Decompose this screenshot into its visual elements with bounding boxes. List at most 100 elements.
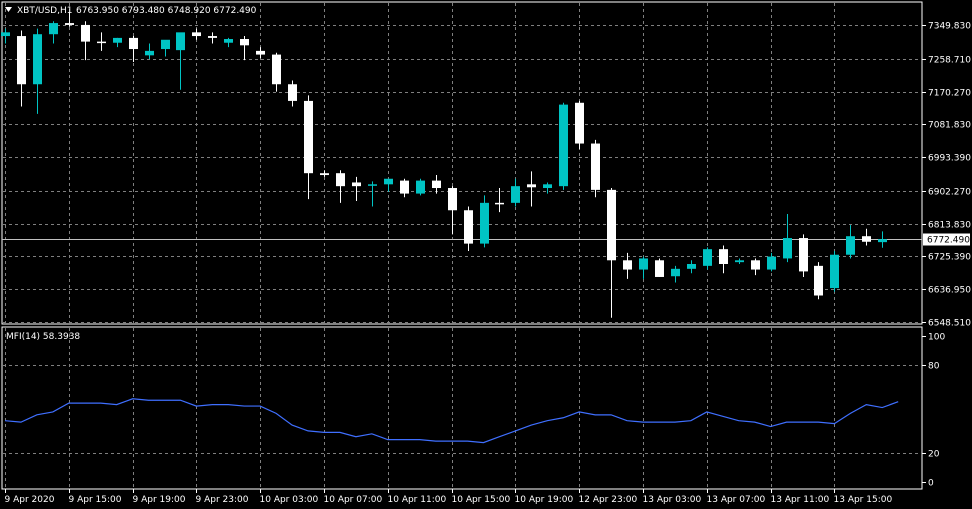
- candle: [384, 178, 393, 192]
- candle-body: [639, 258, 648, 270]
- candle-body: [1, 32, 10, 37]
- candle-body: [33, 34, 42, 85]
- mfi-tick-label: 80: [928, 362, 940, 372]
- candle-body: [304, 100, 313, 174]
- time-tick-label: 10 Apr 11:00: [388, 495, 447, 505]
- candle: [97, 32, 106, 51]
- candle-body: [671, 268, 680, 277]
- candle: [480, 195, 489, 248]
- candle: [352, 176, 361, 201]
- candle-body: [830, 254, 839, 289]
- candle: [719, 245, 728, 274]
- candle-body: [751, 260, 760, 270]
- time-tick-label: 10 Apr 19:00: [515, 495, 574, 505]
- candle-body: [224, 39, 233, 43]
- price-tick-label: 7258.710: [928, 56, 971, 66]
- candle: [129, 36, 138, 63]
- time-tick-label: 9 Apr 19:00: [133, 495, 186, 505]
- candle-body: [719, 249, 728, 264]
- candle: [272, 52, 281, 92]
- price-tick-label: 6813.830: [928, 221, 971, 231]
- candle-body: [65, 23, 74, 25]
- candle: [176, 32, 185, 90]
- candle-body: [480, 202, 489, 244]
- candle-body: [607, 189, 616, 261]
- candle: [846, 225, 855, 259]
- candle: [224, 37, 233, 48]
- candle-body: [767, 256, 776, 270]
- candle-body: [49, 23, 58, 35]
- time-axis: 9 Apr 2020 9 Apr 15:00 9 Apr 19:00 9 Apr 23…: [5, 489, 892, 505]
- candle-body: [129, 37, 138, 50]
- mfi-axis: 100 80 20 0: [922, 333, 945, 489]
- candle: [49, 21, 58, 44]
- candle: [830, 251, 839, 292]
- mfi-tick-label: 20: [928, 450, 940, 460]
- candle: [464, 206, 473, 252]
- candle: [33, 28, 42, 114]
- candle: [161, 39, 170, 57]
- current-price-label: 6772.490: [927, 236, 970, 246]
- mfi-indicator-label: MFI(14) 58.3938: [6, 332, 80, 342]
- candle: [639, 256, 648, 279]
- candle-body: [240, 39, 249, 46]
- candle-body: [145, 50, 154, 56]
- price-panel[interactable]: [1, 1, 923, 325]
- candle: [113, 37, 122, 48]
- candle-body: [591, 143, 600, 190]
- candle-body: [703, 249, 712, 266]
- price-tick-label: 6548.510: [928, 319, 971, 329]
- candle-body: [511, 186, 520, 203]
- candle: [208, 32, 217, 44]
- candle-body: [161, 39, 170, 50]
- price-tick-label: 7170.270: [928, 89, 971, 99]
- candle-body: [272, 54, 281, 85]
- mfi-panel[interactable]: [1, 326, 923, 490]
- candle-body: [846, 236, 855, 255]
- symbol-header[interactable]: XBT/USD,H1 6763.950 6793.480 6748.920 67…: [5, 6, 257, 16]
- candle-body: [336, 173, 345, 187]
- time-tick-label: 9 Apr 15:00: [69, 495, 122, 505]
- candle: [607, 188, 616, 318]
- candle-body: [783, 238, 792, 259]
- price-tick-label: 6725.390: [928, 253, 971, 263]
- price-tick-label: 7349.830: [928, 22, 971, 32]
- price-tick-label: 7081.830: [928, 121, 971, 131]
- mfi-line: [4, 398, 899, 444]
- candle-body: [543, 184, 552, 189]
- candle-body: [687, 263, 696, 269]
- price-tick-label: 6993.390: [928, 154, 971, 164]
- dropdown-triangle-icon[interactable]: [5, 7, 12, 12]
- candle-body: [559, 104, 568, 187]
- candle: [767, 252, 776, 272]
- candle-body: [878, 239, 887, 243]
- price-tick-label: 6636.950: [928, 286, 971, 296]
- candle-body: [448, 188, 457, 211]
- candle: [559, 102, 568, 190]
- candle: [416, 178, 425, 196]
- candle: [783, 213, 792, 263]
- candle-body: [464, 210, 473, 244]
- candle-body: [735, 260, 744, 263]
- chart-window[interactable]: 7349.830 7258.710 7170.270 7081.830 6993.390…: [0, 0, 972, 509]
- time-tick-label: 13 Apr 03:00: [643, 495, 702, 505]
- candle-body: [113, 37, 122, 43]
- candle: [623, 252, 632, 279]
- candle: [735, 258, 744, 264]
- candle: [256, 47, 265, 59]
- candle: [432, 175, 441, 194]
- candle: [400, 178, 409, 198]
- candle: [862, 228, 871, 246]
- mfi-tick-label: 0: [928, 479, 934, 489]
- candle-body: [527, 184, 536, 188]
- current-price-marker: 6772.490: [923, 233, 970, 246]
- candle: [17, 30, 26, 107]
- candle-body: [384, 178, 393, 185]
- candle: [591, 139, 600, 198]
- candle-body: [208, 36, 217, 38]
- candle: [655, 258, 664, 277]
- time-tick-label: 9 Apr 2020: [5, 495, 55, 505]
- candle-body: [655, 260, 664, 277]
- candle-body: [17, 36, 26, 85]
- candle: [511, 178, 520, 207]
